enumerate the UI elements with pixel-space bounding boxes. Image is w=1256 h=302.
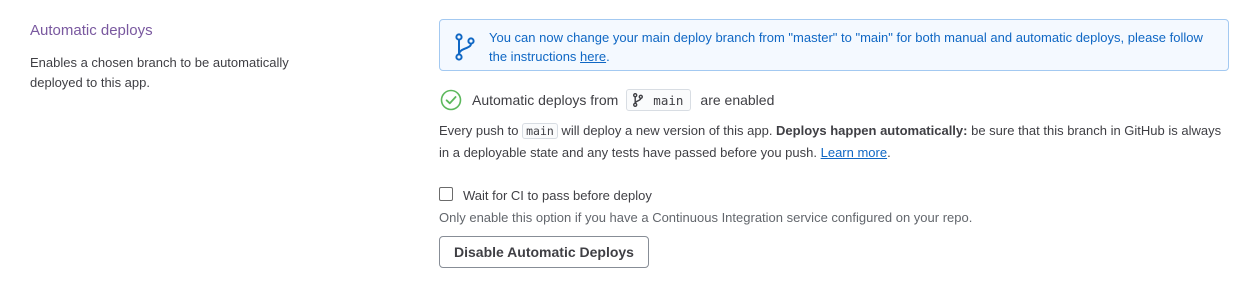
ci-hint-text: Only enable this option if you have a Co…	[439, 210, 973, 225]
disable-automatic-deploys-button[interactable]: Disable Automatic Deploys	[439, 236, 649, 268]
wait-for-ci-label[interactable]: Wait for CI to pass before deploy	[463, 188, 652, 203]
section-title: Automatic deploys	[30, 22, 153, 39]
deploy-warning-emphasis: Deploys happen automatically:	[776, 123, 968, 138]
branch-name: main	[653, 92, 684, 108]
section-body: You can now change your main deploy bran…	[439, 19, 1229, 268]
status-prefix: Automatic deploys from	[472, 92, 619, 108]
banner-message: You can now change your main deploy bran…	[489, 30, 1203, 64]
section-header: Automatic deploys Enables a chosen branc…	[30, 21, 330, 93]
instructions-link[interactable]: here	[580, 49, 606, 64]
learn-more-link[interactable]: Learn more	[821, 145, 887, 160]
wait-for-ci-checkbox[interactable]	[439, 187, 453, 201]
git-branch-icon	[455, 33, 475, 61]
automatic-deploys-panel: Automatic deploys Enables a chosen branc…	[0, 0, 1256, 302]
status-suffix: are enabled	[700, 92, 775, 108]
deploy-info-text: Every push to main will deploy a new ver…	[439, 123, 1222, 160]
status-row: Automatic deploys from main are enabled	[439, 88, 1229, 112]
branch-code: main	[522, 123, 558, 139]
section-description: Enables a chosen branch to be automatica…	[30, 55, 289, 90]
git-branch-icon	[633, 93, 644, 107]
ci-option-row: Wait for CI to pass before deploy	[439, 185, 1229, 205]
check-circle-icon	[440, 89, 462, 111]
info-banner: You can now change your main deploy bran…	[439, 19, 1229, 71]
branch-chip: main	[626, 89, 692, 111]
